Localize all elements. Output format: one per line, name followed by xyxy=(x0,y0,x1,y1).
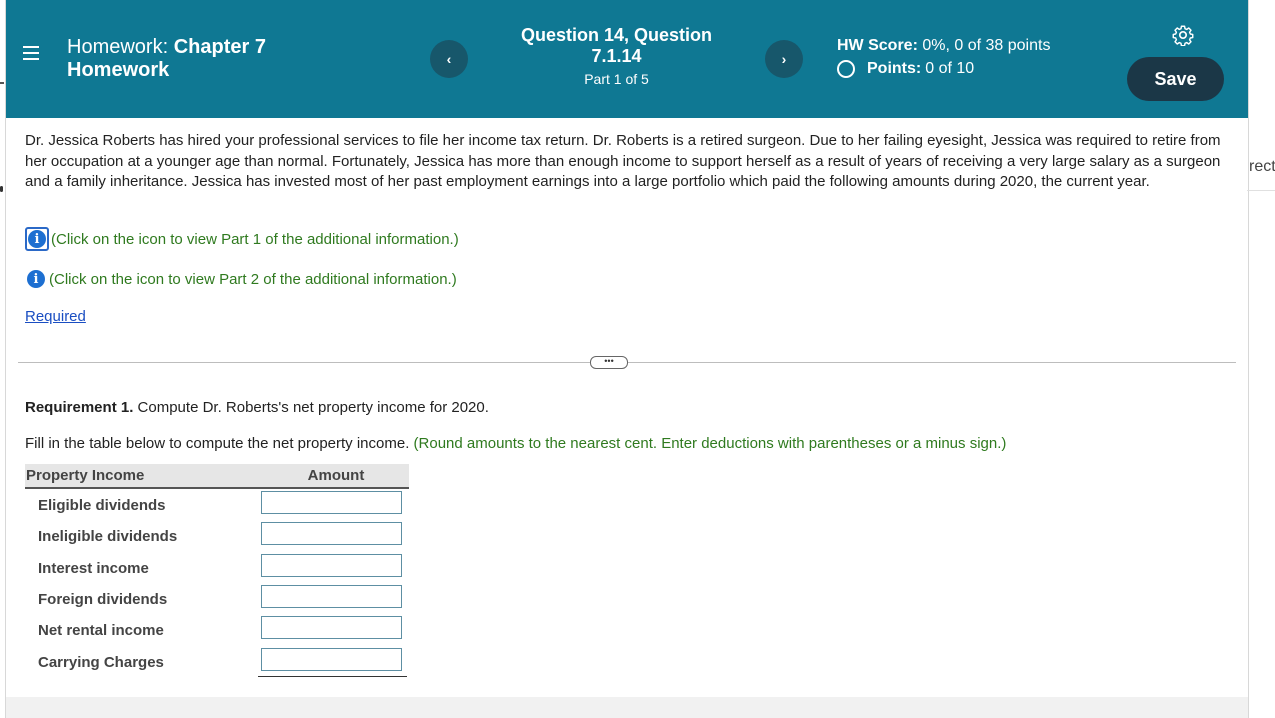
chevron-right-icon: › xyxy=(781,51,787,67)
amount-input-carrying-charges[interactable] xyxy=(261,648,402,671)
fill-hint: (Round amounts to the nearest cent. Ente… xyxy=(413,435,1007,452)
required-link[interactable]: Required xyxy=(25,308,86,325)
requirement-label: Requirement 1. xyxy=(25,399,134,416)
clipped-side-text: rect xyxy=(1249,158,1275,175)
hw-score-label: HW Score: xyxy=(837,37,918,54)
fill-text: Fill in the table below to compute the n… xyxy=(25,435,414,452)
left-edge-mark xyxy=(0,82,4,84)
table-row: Ineligible dividends xyxy=(25,522,409,553)
info-link-part1-text[interactable]: (Click on the icon to view Part 1 of the… xyxy=(51,231,459,248)
fill-instructions: Fill in the table below to compute the n… xyxy=(25,435,1006,452)
row-label: Interest income xyxy=(38,560,149,577)
hw-score: HW Score: 0%, 0 of 38 points xyxy=(837,37,1050,55)
hw-score-value: 0%, 0 of 38 points xyxy=(922,37,1051,54)
info-link-part1[interactable]: i (Click on the icon to view Part 1 of t… xyxy=(25,227,459,251)
row-label: Carrying Charges xyxy=(38,654,164,671)
homework-chapter: Chapter 7 xyxy=(173,36,266,58)
info-box-frame: i xyxy=(25,227,49,251)
question-part: Part 1 of 5 xyxy=(584,71,649,87)
next-question-button[interactable]: › xyxy=(765,40,803,78)
problem-content: Dr. Jessica Roberts has hired your profe… xyxy=(25,131,1235,193)
info-link-part2[interactable]: i (Click on the icon to view Part 2 of t… xyxy=(27,270,457,288)
amount-input-net-rental-income[interactable] xyxy=(261,616,402,639)
property-income-table: Property Income Amount Eligible dividend… xyxy=(25,464,409,677)
row-label: Net rental income xyxy=(38,622,164,639)
row-label: Foreign dividends xyxy=(38,591,168,608)
table-total-line xyxy=(258,676,407,677)
info-link-part2-text[interactable]: (Click on the icon to view Part 2 of the… xyxy=(49,271,457,288)
table-row: Eligible dividends xyxy=(25,491,409,522)
bottom-bar xyxy=(6,697,1248,718)
homework-label: Homework: xyxy=(67,36,169,58)
gear-icon[interactable] xyxy=(1172,24,1194,46)
table-row: Carrying Charges xyxy=(25,648,409,679)
table-row: Foreign dividends xyxy=(25,585,409,616)
points-value: 0 of 10 xyxy=(925,60,975,77)
column-header-property-income: Property Income xyxy=(26,467,145,484)
row-label: Eligible dividends xyxy=(38,497,166,514)
table-row: Net rental income xyxy=(25,616,409,647)
main-panel: Homework: Chapter 7 Homework ‹ Question … xyxy=(5,0,1249,718)
problem-text: Dr. Jessica Roberts has hired your profe… xyxy=(25,132,1221,190)
hamburger-menu-icon[interactable] xyxy=(23,46,39,64)
info-icon[interactable]: i xyxy=(27,270,45,288)
points-label: Points: xyxy=(867,60,922,77)
table-header: Property Income Amount xyxy=(25,464,409,489)
points-status: Points: 0 of 10 xyxy=(837,60,974,78)
left-edge-mark-2 xyxy=(0,186,3,192)
expand-more-button[interactable]: ••• xyxy=(590,356,628,369)
side-divider xyxy=(1247,190,1275,191)
amount-input-interest-income[interactable] xyxy=(261,554,402,577)
chevron-left-icon: ‹ xyxy=(446,51,452,67)
points-circle-icon xyxy=(837,60,855,78)
row-label: Ineligible dividends xyxy=(38,528,178,545)
amount-input-ineligible-dividends[interactable] xyxy=(261,522,402,545)
requirement-text: Compute Dr. Roberts's net property incom… xyxy=(133,399,489,416)
table-row: Interest income xyxy=(25,554,409,585)
info-icon[interactable]: i xyxy=(28,230,46,248)
amount-input-foreign-dividends[interactable] xyxy=(261,585,402,608)
homework-title: Homework: Chapter 7 Homework xyxy=(67,36,327,82)
homework-title-line2: Homework xyxy=(67,59,170,81)
column-header-amount: Amount xyxy=(307,467,365,484)
header-bar: Homework: Chapter 7 Homework ‹ Question … xyxy=(6,0,1248,118)
question-title: Question 14, Question 7.1.14 xyxy=(520,25,713,66)
amount-input-eligible-dividends[interactable] xyxy=(261,491,402,514)
save-button[interactable]: Save xyxy=(1127,57,1224,101)
requirement-1: Requirement 1. Compute Dr. Roberts's net… xyxy=(25,399,489,416)
previous-question-button[interactable]: ‹ xyxy=(430,40,468,78)
